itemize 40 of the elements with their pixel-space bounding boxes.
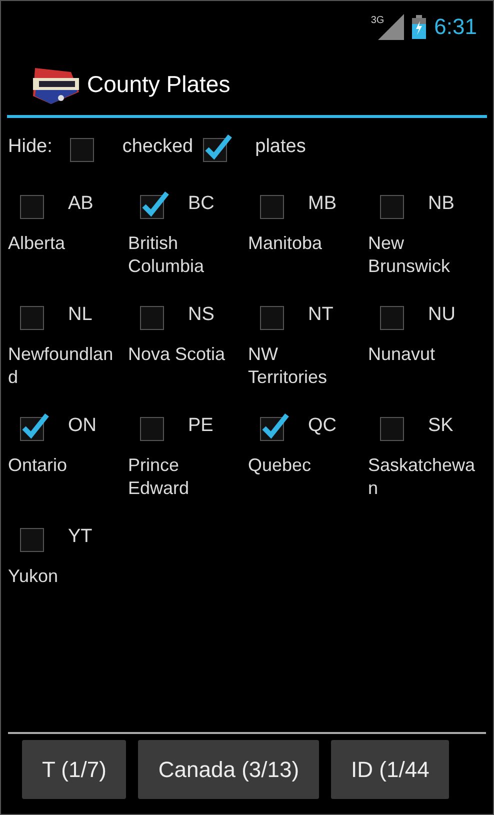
province-name: British Columbia — [127, 232, 206, 278]
app-title: County Plates — [87, 70, 230, 98]
tab-button[interactable]: T (1/7) — [22, 740, 126, 799]
province-code: QC — [308, 415, 336, 437]
province-name: Manitoba — [247, 232, 324, 255]
province-code: NT — [308, 304, 334, 326]
province-code: SK — [428, 415, 454, 437]
option-label: checked — [122, 136, 194, 158]
province-code: YT — [68, 526, 92, 548]
province-name: New Brunswick — [367, 232, 452, 278]
checkbox[interactable] — [203, 132, 234, 162]
province-code: NB — [428, 193, 454, 215]
checkbox[interactable] — [140, 189, 170, 219]
province-code: AB — [68, 193, 94, 215]
battery-icon — [412, 15, 426, 39]
province-code: NU — [428, 304, 456, 326]
checkbox[interactable] — [20, 411, 50, 441]
province-name: Saskatchewan — [367, 454, 476, 500]
province-name: NW Territories — [247, 343, 328, 389]
province-name: Quebec — [247, 454, 312, 477]
province-code: MB — [308, 193, 336, 215]
clock: 6:31 — [434, 14, 477, 40]
province-name: Newfoundland — [7, 343, 114, 389]
province-name: Prince Edward — [127, 454, 190, 500]
province-name: Alberta — [7, 232, 66, 255]
network-type: 3G — [370, 15, 384, 26]
checkbox[interactable] — [260, 411, 290, 441]
province-name: Nova Scotia — [127, 343, 226, 366]
province-name: Yukon — [7, 565, 60, 588]
province-code: PE — [188, 415, 214, 437]
province-code: BC — [188, 193, 214, 215]
tab-button[interactable]: ID (1/44 — [331, 740, 450, 799]
province-name: Nunavut — [367, 343, 436, 366]
province-code: ON — [68, 415, 96, 437]
hide-label: Hide: — [8, 136, 52, 158]
province-name: Ontario — [7, 454, 68, 477]
province-code: NL — [68, 304, 92, 326]
province-code: NS — [188, 304, 214, 326]
tab-button[interactable]: Canada (3/13) — [138, 740, 320, 799]
option-label: plates — [255, 136, 306, 158]
